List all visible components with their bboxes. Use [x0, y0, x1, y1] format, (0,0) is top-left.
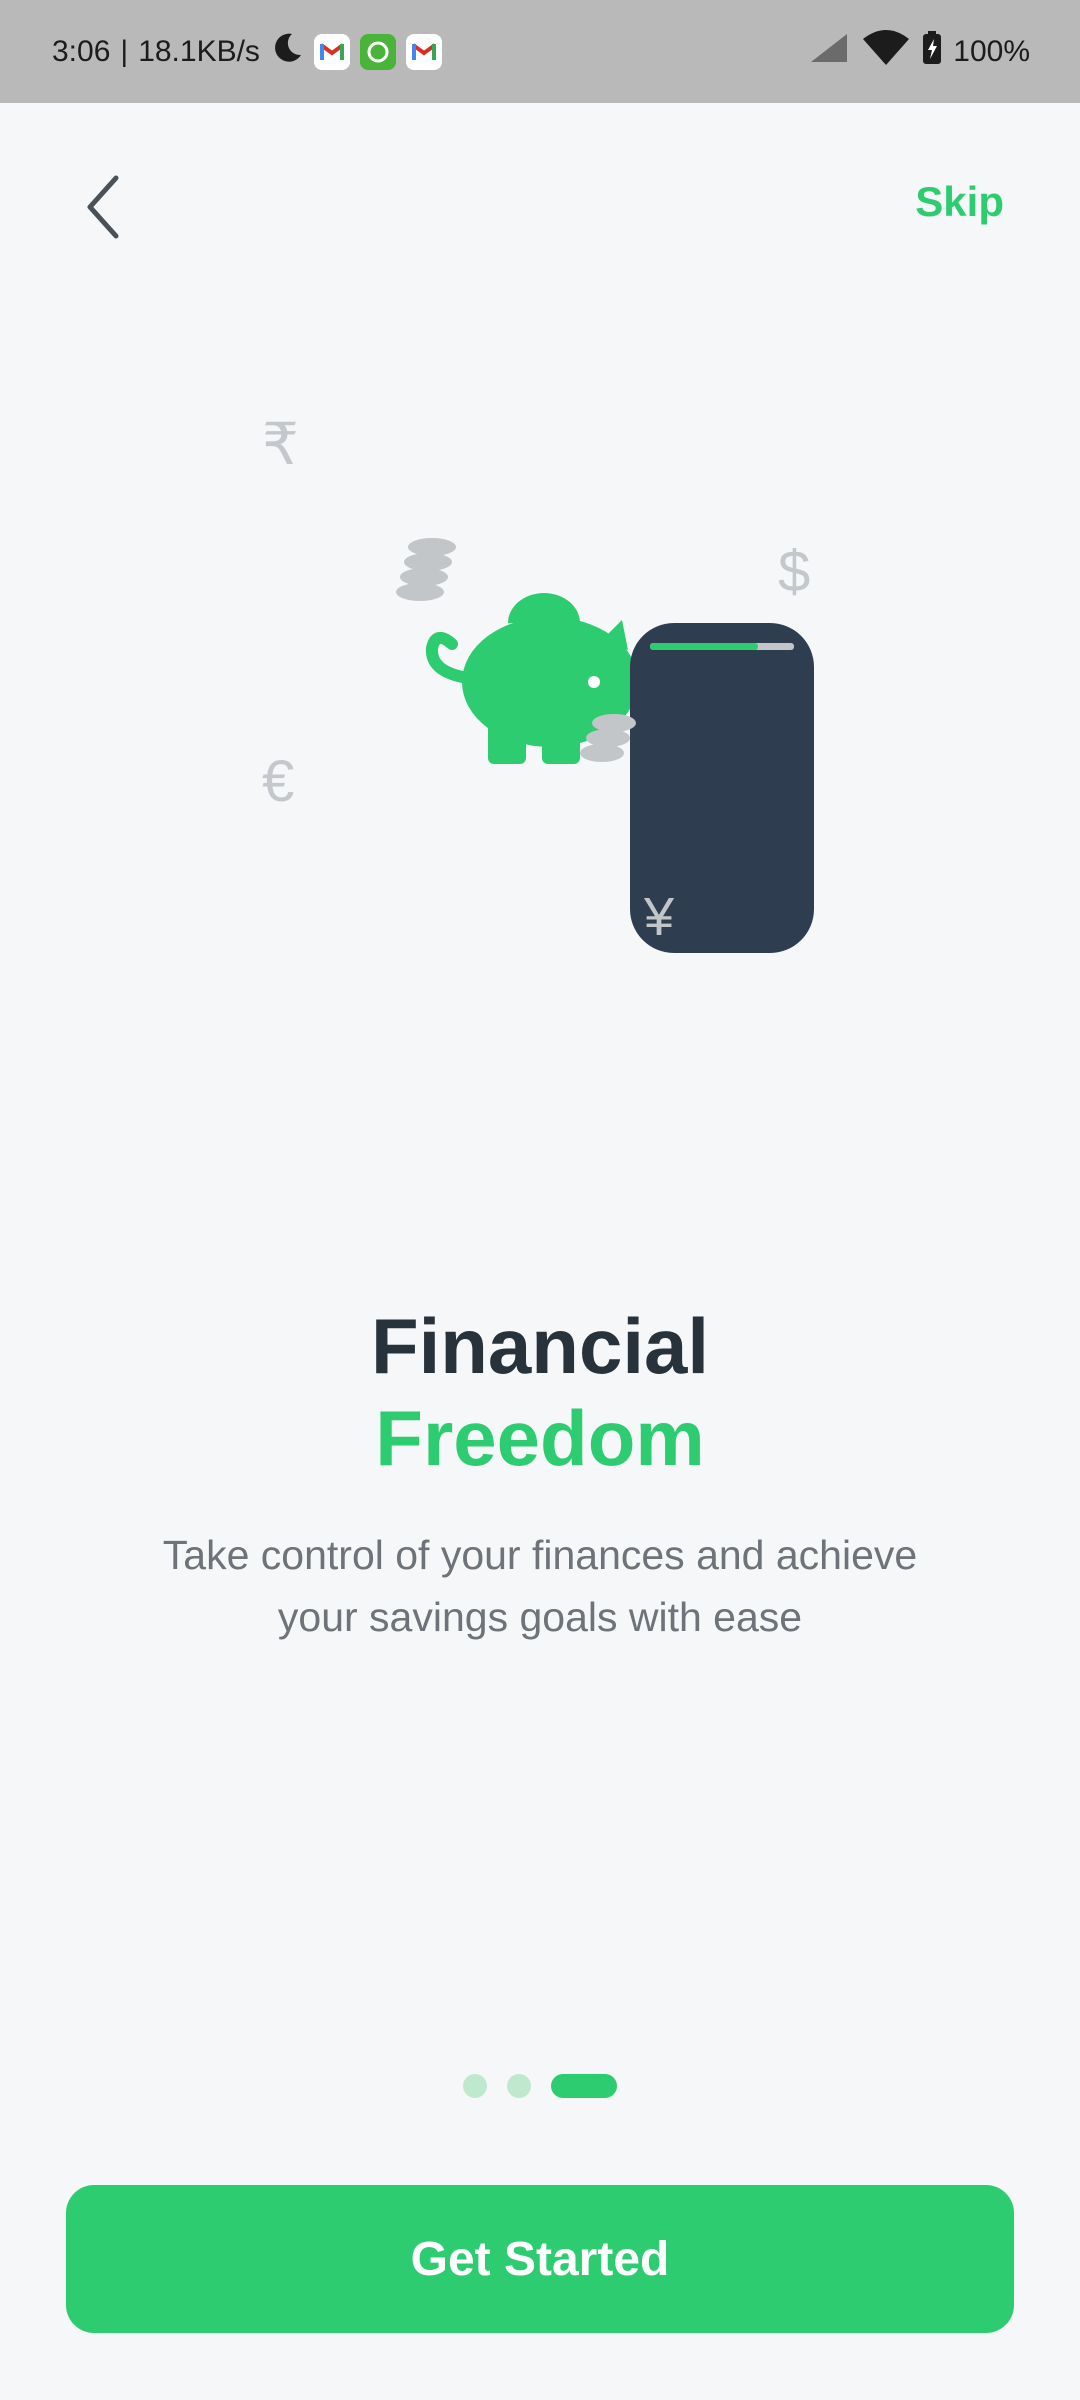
network-speed: 18.1KB/s: [138, 34, 260, 68]
gmail-icon-2: [405, 33, 442, 70]
title-line-2: Freedom: [375, 1394, 705, 1482]
battery-charging-icon: [921, 30, 943, 74]
status-left: 3:06 | 18.1KB/s: [52, 0, 442, 103]
signal-icon: [807, 30, 851, 74]
status-separator: |: [120, 34, 129, 68]
skip-button[interactable]: Skip: [915, 178, 1004, 226]
coin-stack-icon: [396, 538, 456, 601]
get-started-button[interactable]: Get Started: [66, 2185, 1014, 2333]
subtitle-text: Take control of your finances and achiev…: [162, 1532, 918, 1640]
title-line-1: Financial: [370, 1302, 710, 1390]
back-button[interactable]: [72, 168, 140, 246]
page-dot-3-active[interactable]: [551, 2074, 617, 2098]
app-notification-icon: [359, 33, 396, 70]
page-dot-2[interactable]: [507, 2074, 531, 2098]
status-right: 100%: [807, 0, 1030, 103]
hero-section: Financial Freedom Take control of your f…: [0, 1300, 1080, 1648]
yen-symbol: ¥: [644, 887, 675, 947]
status-bar: 3:06 | 18.1KB/s 100%: [0, 0, 1080, 103]
status-time: 3:06: [52, 34, 111, 68]
chevron-left-icon: [87, 175, 119, 239]
page-dot-1[interactable]: [463, 2074, 487, 2098]
gmail-icon: [313, 33, 350, 70]
page-indicator: [463, 2074, 617, 2098]
wifi-icon: [861, 29, 911, 75]
battery-level: 100%: [953, 34, 1030, 68]
moon-icon: [270, 31, 304, 73]
savings-illustration: ₹ $ € ¥: [0, 380, 1080, 1000]
piggy-bank-phone-graphic: [396, 538, 814, 953]
